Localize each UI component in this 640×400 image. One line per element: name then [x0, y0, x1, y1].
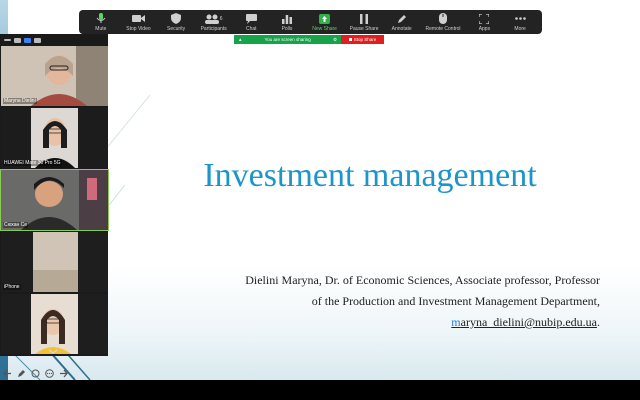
- bar-chart-icon: [280, 13, 294, 24]
- video-tile[interactable]: Maryna Dielini: [1, 46, 108, 106]
- chat-bubble-icon: [244, 13, 258, 24]
- stop-square-icon: [348, 38, 352, 41]
- single-view-icon[interactable]: [14, 37, 21, 43]
- bottom-black-bar: [0, 380, 640, 400]
- participant-name: Maryna Dielini: [3, 98, 37, 104]
- participant-name: HUAWEI Mate 30 Pro 5G: [3, 160, 62, 166]
- pencil-icon: [395, 13, 409, 24]
- video-tile[interactable]: HUAWEI Mate 30 Pro 5G: [1, 108, 108, 168]
- participant-video: [1, 294, 108, 354]
- participants-button[interactable]: 6 Participants: [194, 12, 233, 34]
- pin-icon[interactable]: ▲: [238, 37, 242, 42]
- video-tile[interactable]: iPhone: [1, 232, 108, 292]
- chat-button[interactable]: Chat: [233, 12, 269, 34]
- participant-name: iPhone: [3, 284, 21, 290]
- pen-icon[interactable]: [16, 368, 26, 378]
- screen-sharing-banner: ▲ You are screen sharing ⚙ Stop Share: [234, 35, 384, 44]
- pause-share-button[interactable]: Pause Share: [344, 12, 383, 34]
- more-dots-icon: [513, 13, 527, 24]
- video-tile[interactable]: [1, 294, 108, 354]
- slide-author-info: Dielini Maryna, Dr. of Economic Sciences…: [180, 270, 600, 333]
- participant-video: [1, 108, 108, 168]
- participants-count: 6: [219, 15, 223, 22]
- security-button[interactable]: Security: [158, 12, 194, 34]
- annotate-button[interactable]: Annotate: [384, 12, 420, 34]
- stop-share-button[interactable]: Stop Share: [341, 35, 384, 44]
- sharing-status: ▲ You are screen sharing ⚙: [234, 35, 341, 44]
- author-line-2: of the Production and Investment Managem…: [311, 294, 600, 308]
- circle-icon[interactable]: [30, 368, 40, 378]
- participant-video: [1, 46, 108, 106]
- participant-video: [1, 232, 108, 292]
- author-email[interactable]: maryna_dielini@nubip.edu.ua: [451, 315, 597, 329]
- author-email-line: maryna_dielini@nubip.edu.ua.: [451, 315, 600, 329]
- meeting-toolbar: Mute Stop Video Security 6 Participants …: [79, 10, 542, 34]
- strip-view-icon[interactable]: [24, 37, 31, 43]
- slide-annotation-tools: [2, 366, 68, 380]
- remote-control-button[interactable]: Remote Control: [420, 12, 467, 34]
- mute-button[interactable]: Mute: [83, 12, 119, 34]
- video-camera-icon: [131, 13, 145, 24]
- share-up-arrow-icon: [318, 13, 332, 24]
- participant-video: [1, 170, 108, 230]
- chevron-down-icon[interactable]: [48, 349, 58, 354]
- more-circle-icon[interactable]: [44, 368, 54, 378]
- apps-icon: [477, 13, 491, 24]
- mouse-icon: [436, 13, 450, 24]
- sharing-status-text: You are screen sharing: [264, 37, 311, 42]
- more-button[interactable]: More: [502, 12, 538, 34]
- participant-video-panel: Maryna Dielini HUAWEI Mate 30 Pro 5G Сюх…: [0, 34, 109, 356]
- shield-icon: [169, 13, 183, 24]
- arrow-right-icon[interactable]: [58, 368, 68, 378]
- video-panel-header: [0, 34, 108, 46]
- pause-icon: [357, 13, 371, 24]
- sharing-settings-icon[interactable]: ⚙: [333, 37, 337, 43]
- author-line-1: Dielini Maryna, Dr. of Economic Sciences…: [245, 273, 600, 287]
- grid-view-icon[interactable]: [34, 37, 41, 43]
- video-tile-active-speaker[interactable]: Сюхан Се: [0, 169, 109, 231]
- stop-video-button[interactable]: Stop Video: [119, 12, 158, 34]
- new-share-button[interactable]: New Share: [305, 12, 344, 34]
- slide-title: Investment management: [203, 157, 537, 194]
- polls-button[interactable]: Polls: [269, 12, 305, 34]
- arrow-left-icon[interactable]: [2, 368, 12, 378]
- minimize-icon[interactable]: [4, 39, 11, 41]
- stop-share-label: Stop Share: [353, 37, 377, 42]
- apps-button[interactable]: Apps: [467, 12, 503, 34]
- participant-name: Сюхан Се: [3, 222, 29, 228]
- participants-icon: 6: [204, 13, 224, 24]
- microphone-icon: [94, 13, 108, 24]
